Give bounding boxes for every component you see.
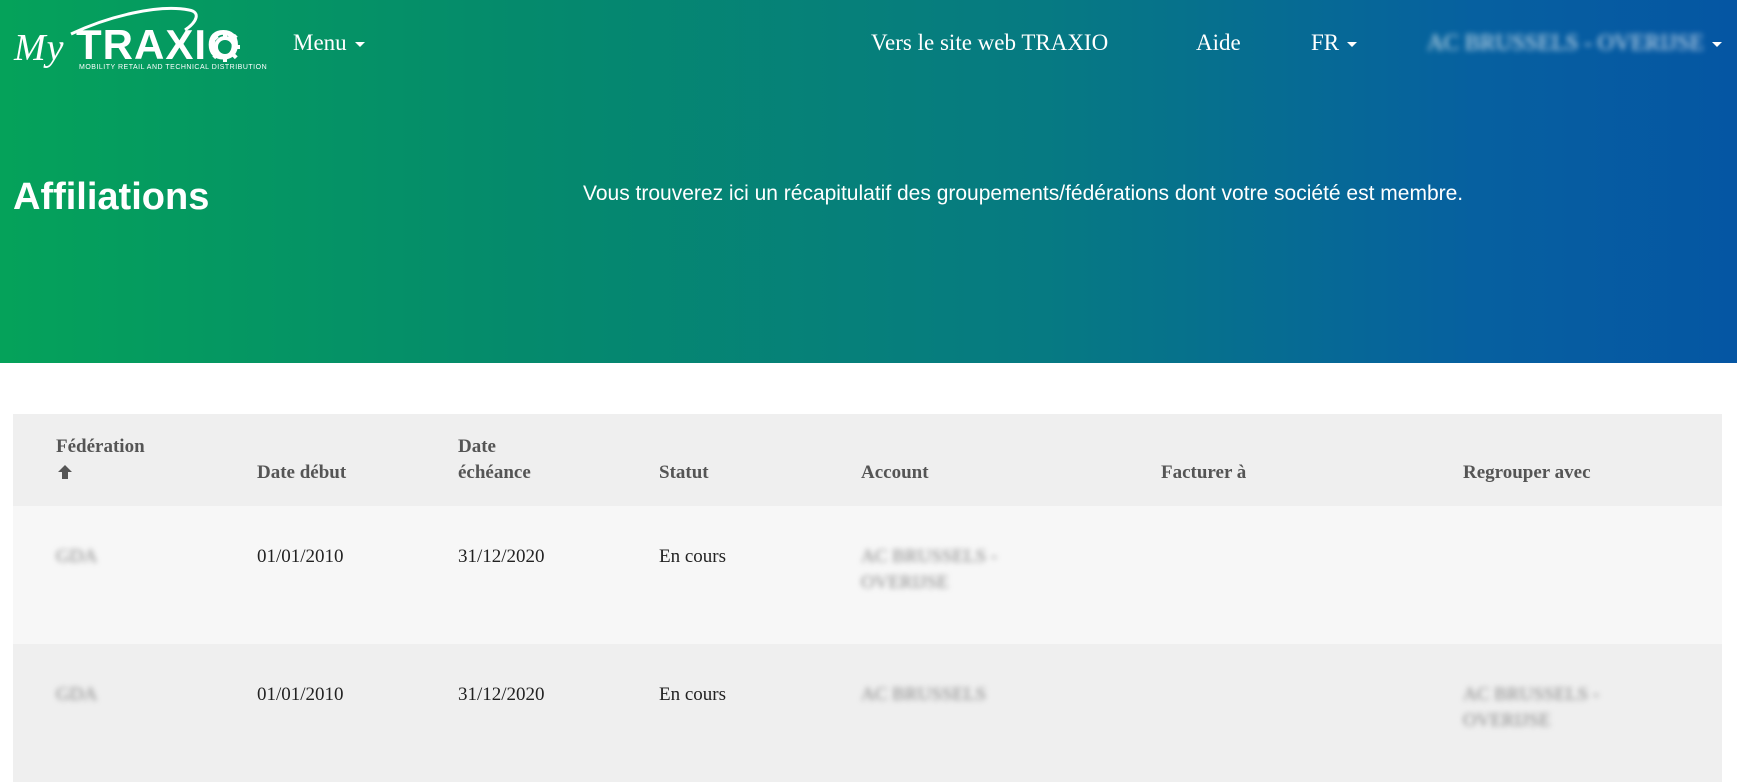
cell-account-line1: AC BRUSSELS -: [861, 546, 998, 567]
cell-statut: En cours: [659, 684, 727, 705]
logo-tagline: MOBILITY RETAIL AND TECHNICAL DISTRIBUTI…: [79, 64, 268, 71]
cell-account: AC BRUSSELS: [861, 682, 986, 708]
column-header-date-echeance[interactable]: Date échéance: [458, 434, 531, 486]
column-header-statut[interactable]: Statut: [659, 460, 709, 486]
mytraxio-logo[interactable]: My TRAXIO MOBILITY RETAIL AND TECHNICAL …: [14, 6, 267, 76]
column-header-date-echeance-line1: Date: [458, 436, 496, 457]
cell-date-echeance: 31/12/2020: [458, 684, 545, 705]
menu-label: Menu: [293, 30, 347, 55]
help-link[interactable]: Aide: [1196, 30, 1241, 56]
gear-icon: [210, 32, 240, 62]
cell-account-line2: OVERIJSE: [861, 572, 949, 593]
language-dropdown[interactable]: FR: [1311, 30, 1358, 56]
cell-date-debut: 01/01/2010: [257, 684, 344, 705]
cell-account-line1: AC BRUSSELS: [861, 684, 987, 705]
table-row: GDA 01/01/2010 31/12/2020 En cours AC BR…: [13, 644, 1722, 782]
column-header-facturer[interactable]: Facturer à: [1161, 460, 1246, 486]
chevron-down-icon: [354, 42, 365, 48]
logo-prefix: My: [14, 27, 65, 69]
menu-dropdown[interactable]: Menu: [293, 30, 365, 56]
account-dropdown[interactable]: AC BRUSSELS - OVERIJSE: [1427, 30, 1722, 56]
traxio-website-link[interactable]: Vers le site web TRAXIO: [871, 30, 1108, 56]
account-name: AC BRUSSELS - OVERIJSE: [1427, 30, 1704, 55]
column-header-federation-label: Fédération: [56, 436, 145, 457]
column-header-account[interactable]: Account: [861, 460, 929, 486]
cell-regrouper: AC BRUSSELS - OVERIJSE: [1463, 682, 1599, 734]
table-header-row: Fédération Date début Date échéance Stat…: [13, 414, 1722, 506]
cell-date-debut: 01/01/2010: [257, 546, 344, 567]
table-row: GDA 01/01/2010 31/12/2020 En cours AC BR…: [13, 506, 1722, 644]
page-header-banner: My TRAXIO MOBILITY RETAIL AND TECHNICAL …: [0, 0, 1737, 363]
chevron-down-icon: [1711, 42, 1722, 48]
top-navbar: My TRAXIO MOBILITY RETAIL AND TECHNICAL …: [0, 0, 1737, 90]
cell-federation: GDA: [56, 546, 98, 567]
column-header-date-debut[interactable]: Date début: [257, 460, 346, 486]
arrow-up-icon[interactable]: [56, 463, 74, 481]
chevron-down-icon: [1347, 42, 1358, 48]
affiliations-table: Fédération Date début Date échéance Stat…: [13, 414, 1722, 782]
page-description: Vous trouverez ici un récapitulatif des …: [583, 182, 1464, 205]
cell-account: AC BRUSSELS - OVERIJSE: [861, 544, 997, 596]
cell-regrouper-line2: OVERIJSE: [1463, 710, 1551, 731]
language-label: FR: [1311, 30, 1340, 55]
column-header-federation[interactable]: Fédération: [56, 434, 145, 481]
cell-statut: En cours: [659, 546, 727, 567]
cell-federation: GDA: [56, 684, 98, 705]
column-header-date-echeance-line2: échéance: [458, 462, 531, 483]
cell-regrouper-line1: AC BRUSSELS -: [1463, 684, 1600, 705]
column-header-regrouper[interactable]: Regrouper avec: [1463, 460, 1591, 486]
page-title: Affiliations: [13, 176, 210, 218]
cell-date-echeance: 31/12/2020: [458, 546, 545, 567]
